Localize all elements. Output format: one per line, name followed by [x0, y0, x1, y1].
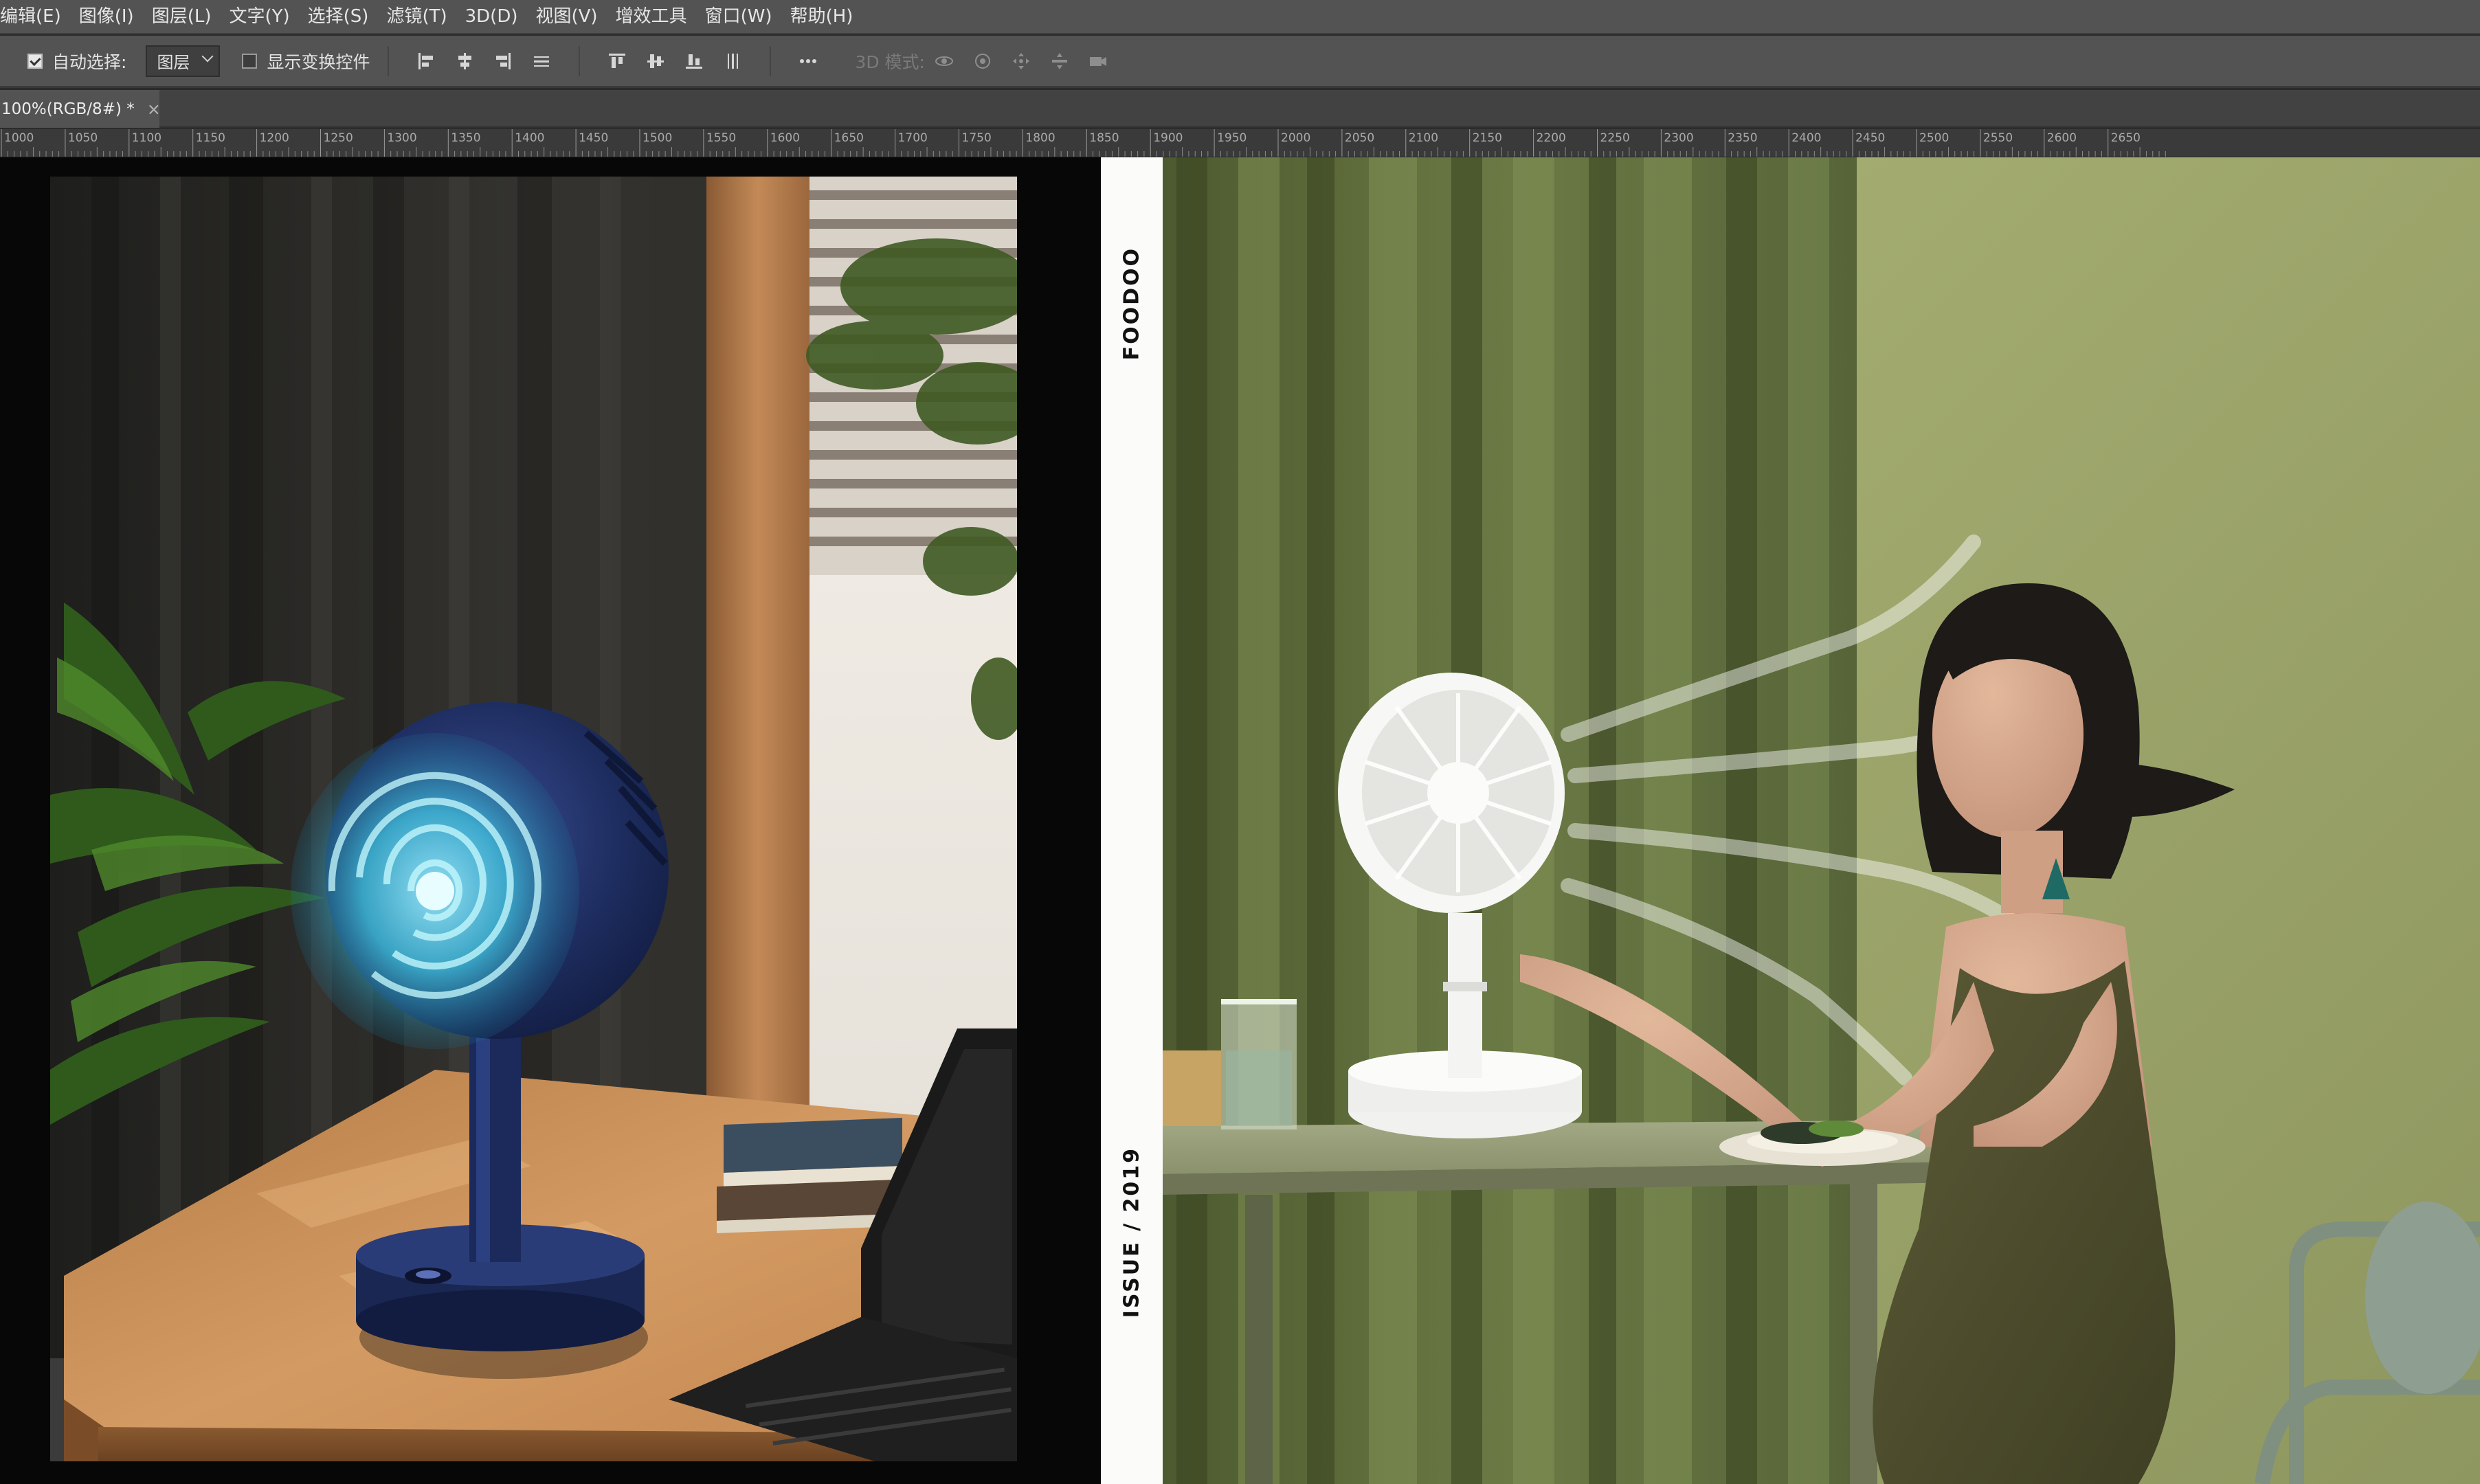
- ruler-label: 2500: [1919, 131, 1949, 145]
- document-canvas[interactable]: FOODOO ISSUE / 2019: [0, 157, 2480, 1484]
- menu-item-7[interactable]: 视图(V): [526, 0, 606, 34]
- ruler-label: 1100: [132, 131, 161, 145]
- ruler-label: 1000: [4, 131, 34, 145]
- auto-select-checkbox[interactable]: [27, 53, 43, 69]
- ruler-label: 1750: [962, 131, 992, 145]
- ruler-label: 2400: [1791, 131, 1821, 145]
- ruler-label: 1300: [387, 131, 416, 145]
- ruler-label: 2550: [1983, 131, 2013, 145]
- ruler-label: 1900: [1153, 131, 1183, 145]
- toolbar-divider: [388, 45, 390, 76]
- ruler-label: 1150: [196, 131, 225, 145]
- magazine-title-text: FOODOO: [1119, 247, 1144, 361]
- ruler-label: 1650: [834, 131, 864, 145]
- menu-item-3[interactable]: 文字(Y): [220, 0, 298, 34]
- options-bar: 自动选择: 图层 显示变换控件 3D 模式:: [0, 36, 2480, 88]
- ruler-label: 2100: [1409, 131, 1438, 145]
- toolbar-divider: [579, 45, 581, 76]
- align-left-icon[interactable]: [416, 51, 436, 71]
- ruler-label: 2150: [1473, 131, 1502, 145]
- show-transform-label: 显示变换控件: [267, 52, 370, 72]
- menu-bar: 编辑(E) 图像(I) 图层(L) 文字(Y) 选择(S) 滤镜(T) 3D(D) 视图(V)…: [0, 0, 2480, 34]
- ruler-label: 1500: [643, 131, 672, 145]
- align-top-icon[interactable]: [607, 51, 627, 71]
- ruler-label: 1200: [260, 131, 289, 145]
- align-h-center-icon[interactable]: [454, 51, 475, 71]
- auto-select-target-dropdown[interactable]: 图层: [146, 45, 221, 77]
- magazine-spine-strip: FOODOO ISSUE / 2019: [1101, 157, 1163, 1484]
- auto-select-label: 自动选择:: [52, 52, 127, 72]
- ruler-label: 1550: [706, 131, 736, 145]
- right-photo-woman-fan: [1163, 157, 2480, 1484]
- ruler-label: 1450: [579, 131, 608, 145]
- ruler-label: 2350: [1728, 131, 1757, 145]
- more-dots-icon[interactable]: [798, 51, 818, 71]
- distribute-h-icon[interactable]: [531, 51, 552, 71]
- roll-icon[interactable]: [972, 51, 993, 71]
- scale-camera-icon[interactable]: [1088, 51, 1108, 71]
- chevron-down-icon: [201, 50, 214, 62]
- document-tab[interactable]: 100%(RGB/8#) * ×: [0, 90, 161, 128]
- woman-fan-scene: [1163, 157, 2480, 1484]
- pan-icon[interactable]: [1011, 51, 1031, 71]
- ruler-label: 2200: [1537, 131, 1566, 145]
- ruler-label: 1350: [451, 131, 480, 145]
- toolbar-divider: [770, 45, 772, 76]
- ruler-label: 1250: [324, 131, 353, 145]
- stacked-books: [717, 1118, 902, 1233]
- menu-item-5[interactable]: 滤镜(T): [377, 0, 456, 34]
- show-transform-checkbox[interactable]: [242, 53, 258, 69]
- ruler-label: 1600: [770, 131, 800, 145]
- align-bottom-icon[interactable]: [684, 51, 704, 71]
- ruler-label: 2250: [1600, 131, 1630, 145]
- menu-item-4[interactable]: 选择(S): [299, 0, 378, 34]
- ruler-label: 1050: [68, 131, 98, 145]
- slide-icon[interactable]: [1049, 51, 1070, 71]
- auto-select-target-value: 图层: [157, 53, 190, 72]
- horizontal-ruler[interactable]: 1000 1050 1100 1150 1200 1250 1300 1350 1400 1450…: [0, 129, 2480, 157]
- align-v-center-icon[interactable]: [645, 51, 666, 71]
- align-right-icon[interactable]: [493, 51, 513, 71]
- ruler-label: 1800: [1025, 131, 1055, 145]
- menu-item-10[interactable]: 帮助(H): [781, 0, 862, 34]
- menu-item-1[interactable]: 图像(I): [70, 0, 143, 34]
- ruler-label: 1850: [1089, 131, 1119, 145]
- distribute-v-icon[interactable]: [722, 51, 743, 71]
- ruler-label: 1700: [898, 131, 928, 145]
- left-photo-desk-fan: [50, 177, 1017, 1461]
- mode-3d-label: 3D 模式:: [855, 52, 925, 72]
- ruler-ticks: 1000 1050 1100 1150 1200 1250 1300 1350 1400 1450…: [1, 129, 2166, 157]
- document-tab-bar: 100%(RGB/8#) * ×: [0, 90, 2480, 128]
- ruler-label: 2300: [1664, 131, 1693, 145]
- close-icon[interactable]: ×: [147, 100, 161, 119]
- ruler-label: 2050: [1345, 131, 1374, 145]
- ruler-label: 2000: [1281, 131, 1310, 145]
- ruler-label: 2450: [1855, 131, 1885, 145]
- water-glass: [1221, 999, 1297, 1129]
- menu-item-0[interactable]: 编辑(E): [0, 0, 70, 34]
- ruler-label: 1950: [1217, 131, 1247, 145]
- menu-item-6[interactable]: 3D(D): [456, 0, 527, 34]
- ruler-label: 2650: [2111, 131, 2141, 145]
- ruler-label: 2600: [2047, 131, 2077, 145]
- desk-fan-scene: [50, 177, 1017, 1461]
- ruler-label: 1400: [515, 131, 544, 145]
- document-tab-title: 100%(RGB/8#) *: [1, 100, 135, 118]
- menu-item-8[interactable]: 增效工具: [607, 0, 696, 34]
- magazine-issue-text: ISSUE / 2019: [1119, 1147, 1144, 1318]
- menu-item-9[interactable]: 窗口(W): [696, 0, 781, 34]
- menu-item-2[interactable]: 图层(L): [143, 0, 221, 34]
- orbit-icon[interactable]: [934, 51, 954, 71]
